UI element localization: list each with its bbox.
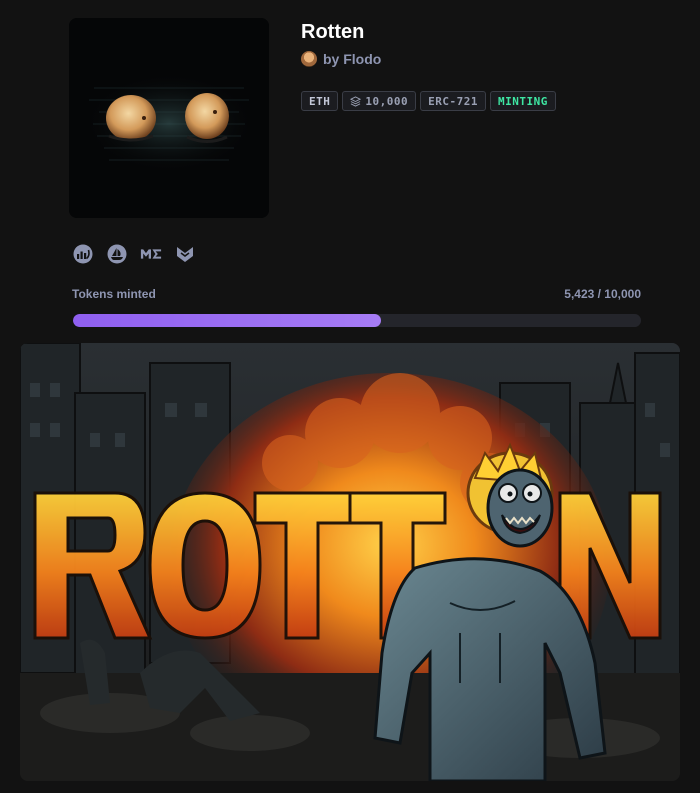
looksrare-link[interactable] (174, 243, 196, 265)
mint-progress-fill (73, 314, 382, 327)
supply-chip: 10,000 (342, 91, 417, 111)
mint-progress-bar (73, 314, 641, 327)
token-standard-chip: ERC-721 (420, 91, 486, 111)
magiceden-link[interactable] (140, 243, 162, 265)
tokens-minted-label: Tokens minted (72, 287, 156, 301)
collection-tags: ETH 10,000 ERC-721 MINTING (301, 91, 556, 111)
creator-avatar (301, 51, 317, 67)
looksrare-icon (177, 247, 193, 262)
tokens-minted-count: 5,423 / 10,000 (564, 287, 641, 301)
creator-link[interactable]: by Flodo (301, 51, 381, 67)
website-link[interactable] (72, 243, 94, 265)
supply-value: 10,000 (365, 94, 409, 108)
magiceden-icon (140, 249, 162, 259)
collection-title: Rotten (301, 21, 365, 43)
website-icon (73, 244, 93, 264)
zombie-banner-image (20, 343, 680, 781)
glowing-eyes-image (69, 18, 269, 218)
opensea-link[interactable] (106, 243, 128, 265)
layers-icon (350, 95, 362, 107)
opensea-icon (107, 244, 127, 264)
chain-chip: ETH (301, 91, 339, 111)
collection-banner (20, 343, 680, 781)
collection-thumbnail (69, 18, 269, 218)
external-links (72, 243, 196, 265)
minting-status-chip: MINTING (489, 91, 556, 111)
creator-name: by Flodo (323, 51, 382, 67)
